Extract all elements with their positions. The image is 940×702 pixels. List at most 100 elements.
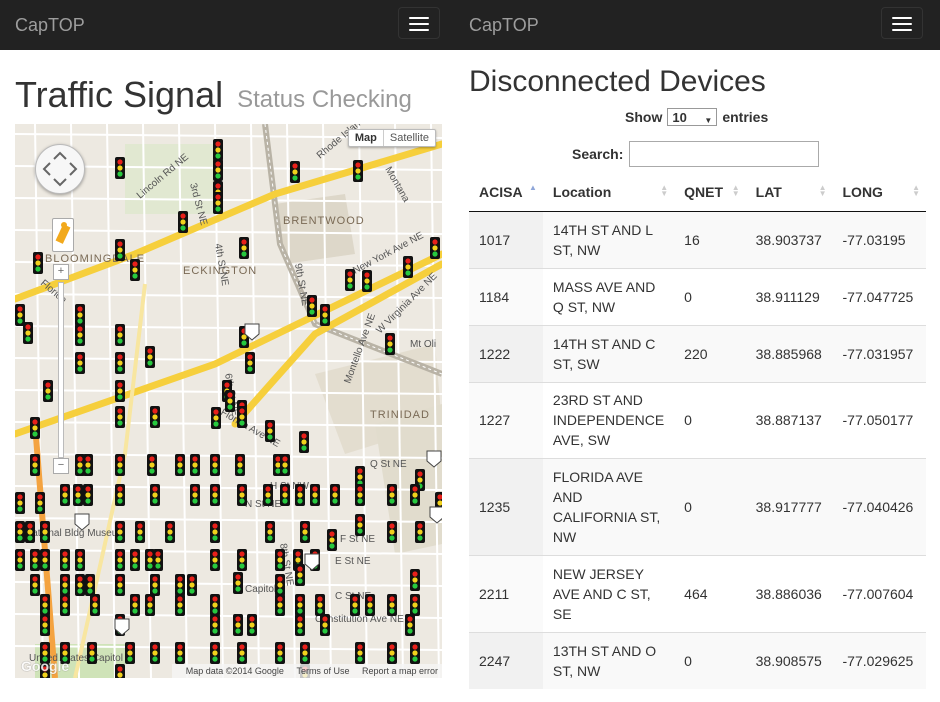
traffic-signal-icon[interactable] [355,484,365,506]
traffic-signal-icon[interactable] [355,642,365,664]
traffic-signal-icon[interactable] [210,549,220,571]
traffic-signal-icon[interactable] [60,549,70,571]
zoom-in-button[interactable]: + [53,264,69,280]
traffic-signal-icon[interactable] [15,521,25,543]
traffic-signal-icon[interactable] [150,642,160,664]
traffic-signal-icon[interactable] [73,484,83,506]
traffic-signal-icon[interactable] [315,594,325,616]
table-row[interactable]: 1227 23RD ST AND INDEPENDENCE AVE, SW 0 38.… [469,381,926,458]
traffic-signal-icon[interactable] [265,521,275,543]
column-header-long[interactable]: LONG ▲ ▼ [832,173,926,212]
traffic-signal-icon[interactable] [300,521,310,543]
traffic-signal-icon[interactable] [213,192,223,214]
traffic-signal-icon[interactable] [147,454,157,476]
traffic-signal-icon[interactable] [75,352,85,374]
traffic-signal-icon[interactable] [115,574,125,596]
traffic-signal-icon[interactable] [263,484,273,506]
traffic-signal-icon[interactable] [210,521,220,543]
traffic-signal-icon[interactable] [187,574,197,596]
traffic-signal-icon[interactable] [327,529,337,551]
traffic-signal-icon[interactable] [60,484,70,506]
traffic-signal-icon[interactable] [299,431,309,453]
traffic-signal-icon[interactable] [239,237,249,259]
traffic-signal-icon[interactable] [345,269,355,291]
traffic-signal-icon[interactable] [275,594,285,616]
column-header-acisa[interactable]: ACISA ▲ [469,173,543,212]
traffic-signal-icon[interactable] [350,594,360,616]
traffic-signal-icon[interactable] [33,252,43,274]
table-row[interactable]: 1235 FLORIDA AVE AND CALIFORNIA ST, NW 0 38… [469,457,926,555]
map-type-satellite-button[interactable]: Satellite [382,130,435,146]
traffic-signal-icon[interactable] [275,642,285,664]
traffic-signal-icon[interactable] [175,642,185,664]
search-input[interactable] [629,141,820,167]
traffic-signal-icon[interactable] [130,594,140,616]
traffic-signal-icon[interactable] [145,594,155,616]
traffic-signal-icon[interactable] [115,239,125,261]
traffic-signal-icon[interactable] [30,549,40,571]
traffic-signal-icon[interactable] [115,406,125,428]
traffic-signal-icon[interactable] [83,454,93,476]
traffic-signal-icon[interactable] [403,256,413,278]
traffic-signal-icon[interactable] [210,642,220,664]
traffic-signal-icon[interactable] [320,304,330,326]
brand-link[interactable]: CapTOP [469,15,539,36]
traffic-signal-icon[interactable] [115,549,125,571]
brand-link[interactable]: CapTOP [15,15,85,36]
traffic-signal-icon[interactable] [75,549,85,571]
traffic-signal-icon[interactable] [30,417,40,439]
traffic-signal-icon[interactable] [410,484,420,506]
traffic-signal-icon[interactable] [235,454,245,476]
map-type-map-button[interactable]: Map [349,130,383,146]
traffic-signal-icon[interactable] [210,484,220,506]
traffic-signal-icon[interactable] [430,237,440,259]
traffic-signal-icon[interactable] [15,492,25,514]
traffic-signal-icon[interactable] [387,521,397,543]
traffic-signal-icon[interactable] [410,594,420,616]
traffic-signal-icon[interactable] [130,549,140,571]
menu-toggle-button[interactable] [881,7,923,39]
map-canvas[interactable]: BRENTWOODECKINGTONBLOOMINGDALETRINIDADFl… [15,124,442,678]
traffic-signal-icon[interactable] [125,642,135,664]
traffic-signal-icon[interactable] [405,614,415,636]
traffic-signal-icon[interactable] [40,549,50,571]
traffic-signal-icon[interactable] [233,572,243,594]
traffic-signal-icon[interactable] [310,484,320,506]
traffic-signal-icon[interactable] [295,594,305,616]
traffic-signal-icon[interactable] [135,521,145,543]
traffic-signal-icon[interactable] [210,594,220,616]
traffic-signal-icon[interactable] [178,211,188,233]
traffic-signal-icon[interactable] [150,574,160,596]
traffic-signal-icon[interactable] [237,406,247,428]
traffic-signal-icon[interactable] [275,549,285,571]
traffic-signal-icon[interactable] [130,259,140,281]
traffic-signal-icon[interactable] [175,454,185,476]
traffic-signal-icon[interactable] [150,406,160,428]
traffic-signal-icon[interactable] [295,614,305,636]
traffic-signal-icon[interactable] [165,521,175,543]
entries-select[interactable]: 10 ▼ [667,108,718,126]
traffic-signal-icon[interactable] [75,304,85,326]
traffic-signal-icon[interactable] [410,642,420,664]
traffic-signal-icon[interactable] [115,454,125,476]
traffic-signal-icon[interactable] [30,574,40,596]
traffic-signal-icon[interactable] [385,333,395,355]
traffic-signal-icon[interactable] [115,324,125,346]
traffic-signal-icon[interactable] [280,454,290,476]
traffic-signal-icon[interactable] [190,454,200,476]
traffic-signal-icon[interactable] [60,574,70,596]
traffic-signal-icon[interactable] [387,484,397,506]
traffic-signal-icon[interactable] [75,324,85,346]
traffic-signal-icon[interactable] [410,569,420,591]
traffic-signal-icon[interactable] [265,420,275,442]
traffic-signal-icon[interactable] [115,380,125,402]
traffic-signal-icon[interactable] [247,614,257,636]
traffic-signal-icon[interactable] [280,484,290,506]
traffic-signal-icon[interactable] [115,484,125,506]
traffic-signal-icon[interactable] [25,521,35,543]
traffic-signal-icon[interactable] [237,642,247,664]
traffic-signal-icon[interactable] [387,642,397,664]
google-logo[interactable]: Google [21,658,69,674]
traffic-signal-icon[interactable] [145,346,155,368]
traffic-signal-icon[interactable] [307,295,317,317]
